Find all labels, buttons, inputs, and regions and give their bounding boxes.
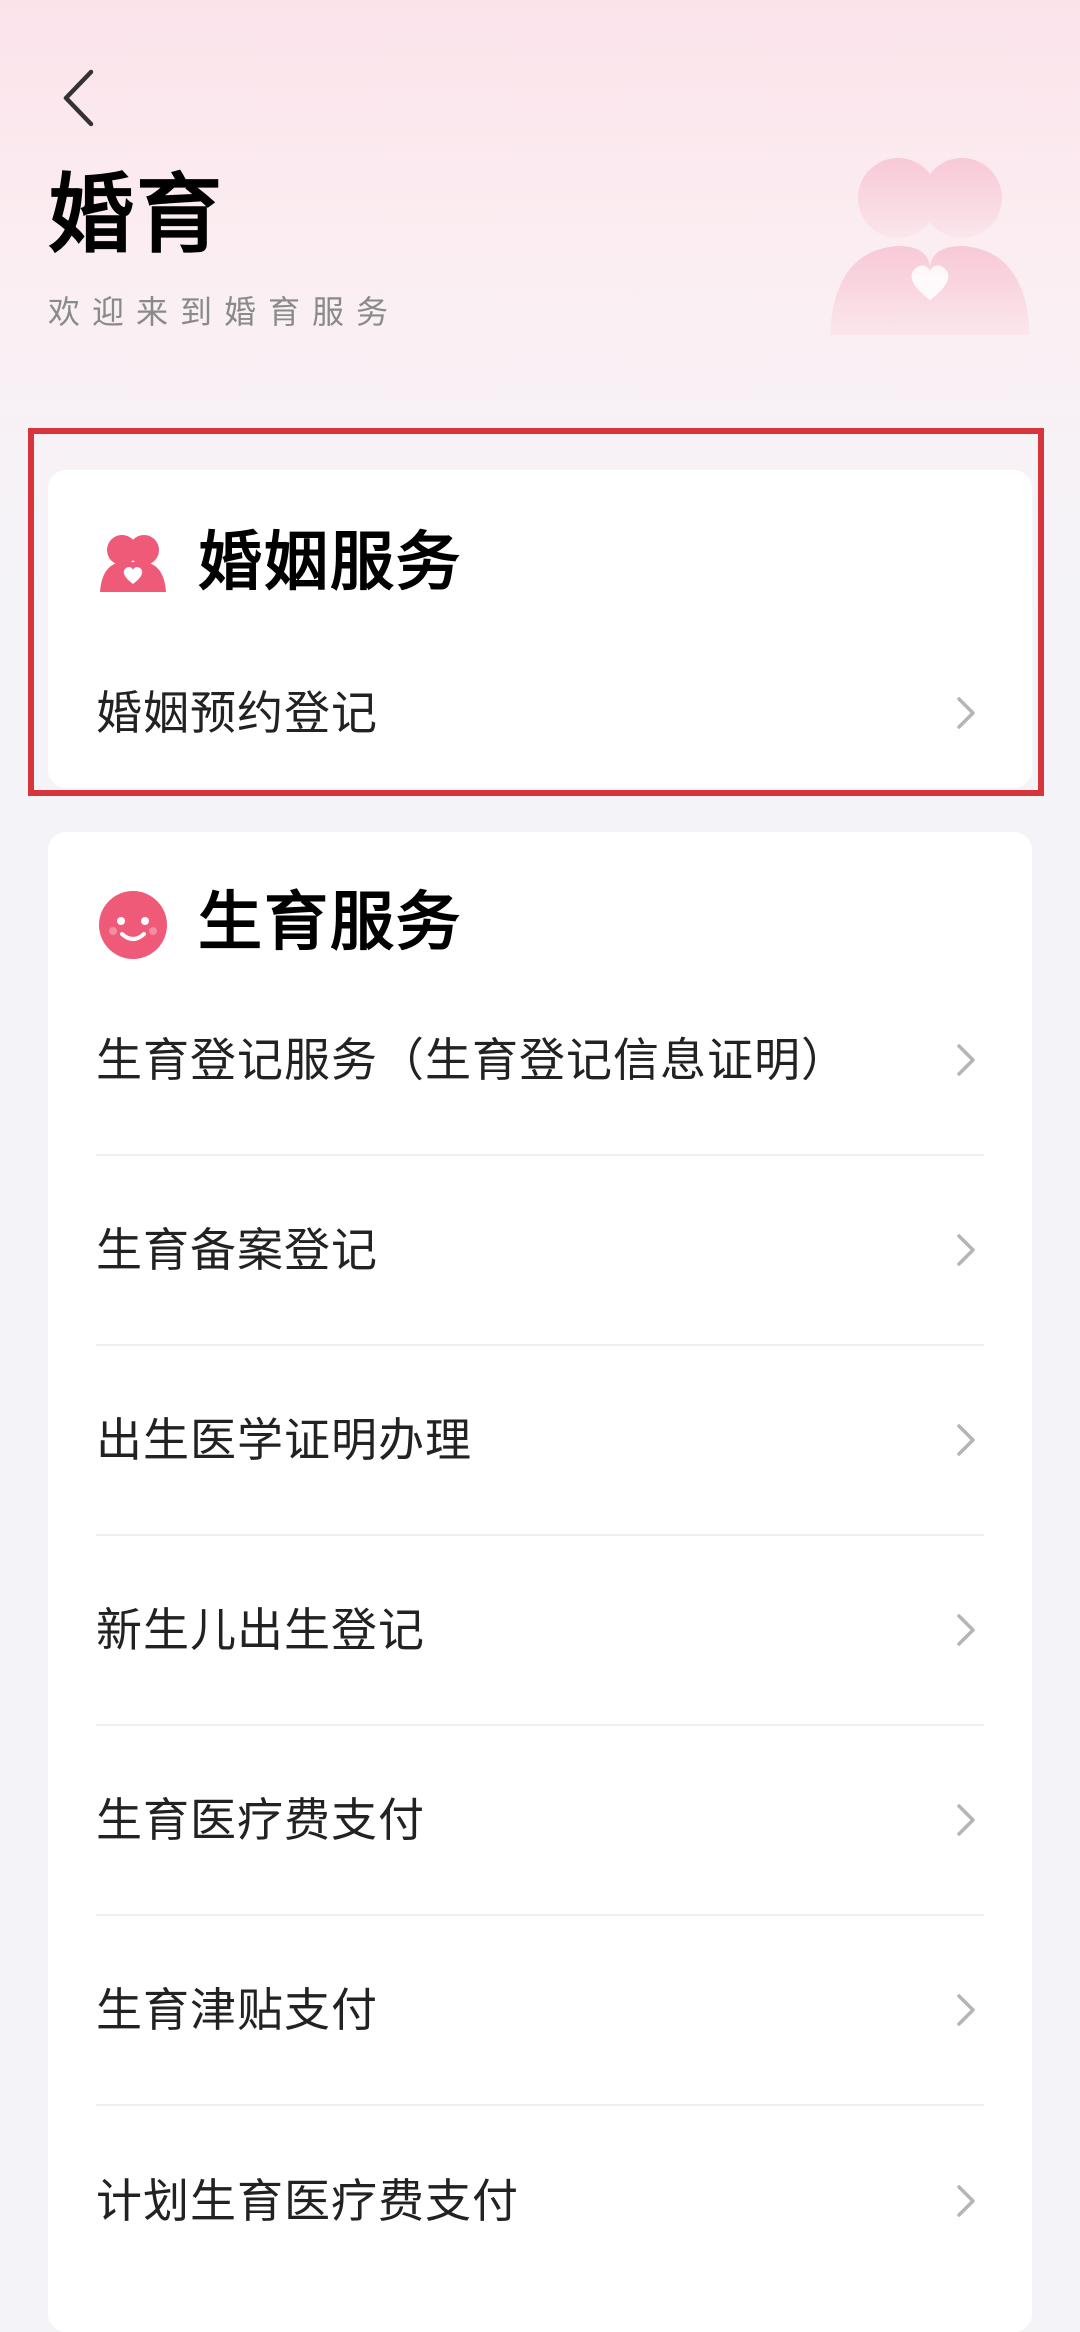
- list-item-label: 生育备案登记: [96, 1223, 378, 1277]
- list-item-label: 生育登记服务（生育登记信息证明）: [96, 1033, 848, 1087]
- list-item-birth-certificate[interactable]: 出生医学证明办理: [96, 1346, 984, 1536]
- list-item-maternity-allowance-payment[interactable]: 生育津贴支付: [96, 1916, 984, 2106]
- chevron-right-icon: [957, 1234, 975, 1266]
- chevron-right-icon: [957, 2185, 975, 2217]
- page: 婚育 欢迎来到婚育服务 婚姻服务 婚姻预约登记 生育服务 生育登记服务（生育登记…: [0, 0, 1080, 2332]
- list-item-marriage-registration[interactable]: 婚姻预约登记: [96, 618, 984, 808]
- list-item-maternity-medical-payment[interactable]: 生育医疗费支付: [96, 1726, 984, 1916]
- chevron-right-icon: [957, 1614, 975, 1646]
- chevron-right-icon: [957, 1804, 975, 1836]
- birth-services-card: 生育服务 生育登记服务（生育登记信息证明） 生育备案登记 出生医学证明办理 新生…: [48, 832, 1032, 2332]
- list-item-label: 生育津贴支付: [96, 1983, 378, 2037]
- list-item-label: 出生医学证明办理: [96, 1413, 472, 1467]
- list-item-birth-registration[interactable]: 生育登记服务（生育登记信息证明）: [96, 966, 984, 1156]
- chevron-right-icon: [957, 1994, 975, 2026]
- chevron-right-icon: [957, 1044, 975, 1076]
- chevron-right-icon: [957, 697, 975, 729]
- chevron-left-icon: [63, 69, 94, 127]
- page-title: 婚育: [48, 165, 224, 265]
- list-item-family-planning-medical-payment[interactable]: 计划生育医疗费支付: [96, 2106, 984, 2296]
- section-title: 生育服务: [198, 886, 462, 960]
- back-button[interactable]: [48, 62, 108, 134]
- list-item-label: 新生儿出生登记: [96, 1603, 425, 1657]
- birth-section-header: 生育服务: [96, 886, 462, 960]
- couple-heart-icon: [96, 526, 170, 600]
- list-item-label: 生育医疗费支付: [96, 1793, 425, 1847]
- page-subtitle: 欢迎来到婚育服务: [48, 293, 401, 331]
- marriage-section-header: 婚姻服务: [96, 526, 462, 600]
- list-item-label: 婚姻预约登记: [96, 686, 378, 740]
- list-item-birth-filing[interactable]: 生育备案登记: [96, 1156, 984, 1346]
- section-title: 婚姻服务: [198, 526, 462, 600]
- chevron-right-icon: [957, 1424, 975, 1456]
- marriage-services-card: 婚姻服务 婚姻预约登记: [48, 470, 1032, 788]
- list-item-newborn-registration[interactable]: 新生儿出生登记: [96, 1536, 984, 1726]
- couple-illustration-icon: [830, 158, 1030, 335]
- baby-face-icon: [96, 886, 170, 960]
- list-item-label: 计划生育医疗费支付: [96, 2174, 519, 2228]
